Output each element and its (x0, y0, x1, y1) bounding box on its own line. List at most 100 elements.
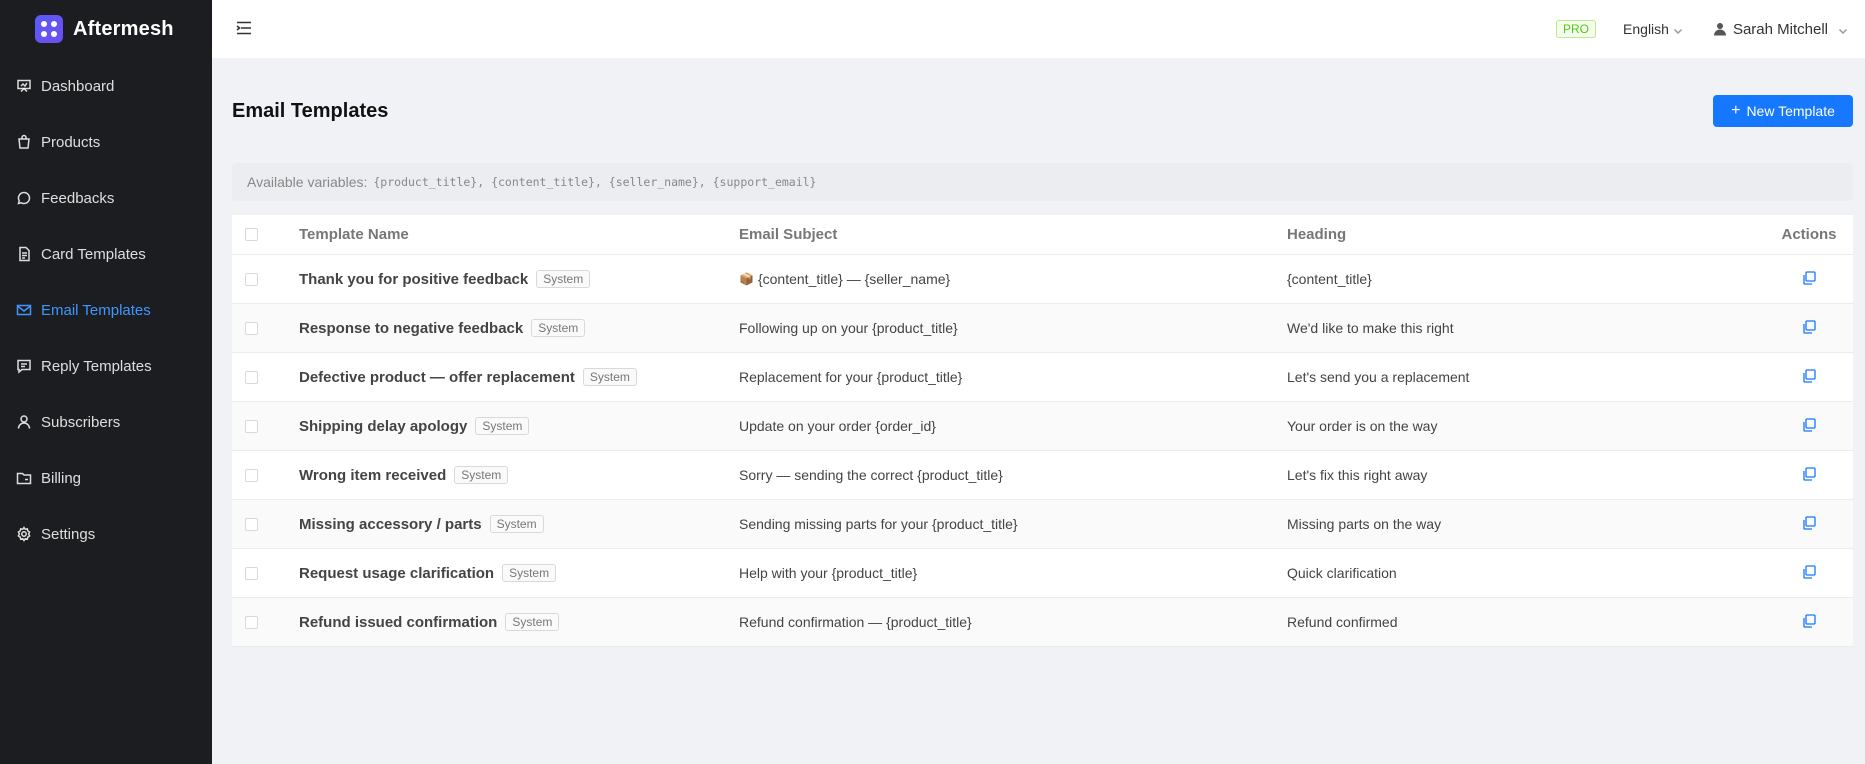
brand[interactable]: Aftermesh (0, 0, 212, 58)
column-header-heading: Heading (1287, 226, 1347, 243)
copy-icon[interactable] (1801, 515, 1817, 534)
brand-logo-icon (35, 15, 63, 43)
table-row[interactable]: Request usage clarification System Help wi… (232, 549, 1853, 598)
system-tag: System (582, 368, 637, 386)
sidebar-nav: Dashboard Products Feedbacks Card Templa… (0, 58, 212, 562)
row-checkbox[interactable] (245, 321, 258, 335)
table-body: Thank you for positive feedback System 📦 {c… (232, 255, 1853, 647)
new-template-button[interactable]: + New Template (1713, 95, 1853, 127)
template-name[interactable]: Response to negative feedback (299, 320, 523, 337)
mail-icon (15, 301, 33, 319)
table-row[interactable]: Thank you for positive feedback System 📦 {c… (232, 255, 1853, 304)
system-tag: System (475, 417, 530, 435)
table-row[interactable]: Defective product — offer replacement Sys… (232, 353, 1853, 402)
user-name: Sarah Mitchell (1732, 20, 1828, 38)
sidebar-item-label: Products (41, 133, 101, 151)
user-menu[interactable]: Sarah Mitchell (1713, 21, 1850, 38)
email-heading: Let's fix this right away (1287, 467, 1428, 483)
sidebar-item-subscribers[interactable]: Subscribers (0, 394, 212, 450)
table-row[interactable]: Response to negative feedback System Follo… (232, 304, 1853, 353)
email-templates-table: Template Name Email Subject Heading Acti… (232, 215, 1853, 647)
copy-icon[interactable] (1801, 417, 1817, 436)
template-name[interactable]: Shipping delay apology (299, 418, 467, 435)
sidebar-item-label: Reply Templates (41, 357, 152, 375)
copy-icon[interactable] (1801, 368, 1817, 387)
sidebar-item-products[interactable]: Products (0, 114, 212, 170)
chevron-down-icon (1673, 23, 1685, 35)
package-icon: 📦 (739, 272, 754, 286)
language-selector[interactable]: English (1623, 21, 1685, 37)
shopping-bag-icon (15, 133, 33, 151)
template-name[interactable]: Missing accessory / parts (299, 516, 482, 533)
copy-icon[interactable] (1801, 564, 1817, 583)
table-row[interactable]: Wrong item received System Sorry — sending… (232, 451, 1853, 500)
row-checkbox[interactable] (245, 419, 258, 433)
template-name[interactable]: Wrong item received (299, 467, 446, 484)
available-variables-bar: Available variables: {product_title}, {c… (232, 163, 1853, 201)
sidebar-item-label: Billing (41, 469, 82, 487)
sidebar-item-billing[interactable]: Billing (0, 450, 212, 506)
system-tag: System (536, 270, 591, 288)
gear-icon (15, 525, 33, 543)
email-heading: Let's send you a replacement (1287, 369, 1470, 385)
new-template-label: New Template (1746, 103, 1835, 119)
email-subject: Sorry — sending the correct {product_tit… (739, 467, 1003, 483)
header-right: PRO English Sarah Mitchell (1556, 0, 1850, 58)
email-subject: Following up on your {product_title} (739, 320, 958, 336)
table-row[interactable]: Refund issued confirmation System Refund c… (232, 598, 1853, 647)
system-tag: System (489, 515, 544, 533)
row-checkbox[interactable] (245, 566, 258, 580)
sidebar-item-label: Card Templates (41, 245, 146, 263)
row-checkbox[interactable] (245, 272, 258, 286)
email-heading: We'd like to make this right (1287, 320, 1454, 336)
select-all-checkbox[interactable] (245, 228, 258, 241)
template-name[interactable]: Defective product — offer replacement (299, 369, 575, 386)
copy-icon[interactable] (1801, 613, 1817, 632)
top-header: PRO English Sarah Mitchell (212, 0, 1865, 58)
email-subject: Replacement for your {product_title} (739, 369, 963, 385)
template-name[interactable]: Refund issued confirmation (299, 614, 497, 631)
system-tag: System (505, 613, 560, 631)
copy-icon[interactable] (1801, 466, 1817, 485)
page-title: Email Templates (232, 100, 389, 122)
sidebar-item-settings[interactable]: Settings (0, 506, 212, 562)
copy-icon[interactable] (1801, 319, 1817, 338)
row-checkbox[interactable] (245, 517, 258, 531)
user-icon (1713, 22, 1727, 36)
system-tag: System (502, 564, 557, 582)
table-row[interactable]: Shipping delay apology System Update on yo… (232, 402, 1853, 451)
sidebar-item-label: Subscribers (41, 413, 121, 431)
table-row[interactable]: Missing accessory / parts System Sending m… (232, 500, 1853, 549)
plus-icon: + (1731, 102, 1741, 119)
row-checkbox[interactable] (245, 468, 258, 482)
sidebar-item-dashboard[interactable]: Dashboard (0, 58, 212, 114)
sidebar-item-card-templates[interactable]: Card Templates (0, 226, 212, 282)
template-name[interactable]: Thank you for positive feedback (299, 271, 528, 288)
user-icon (15, 413, 33, 431)
pro-badge: PRO (1556, 20, 1597, 38)
table-header-row: Template Name Email Subject Heading Acti… (232, 215, 1853, 255)
sidebar-item-email-templates[interactable]: Email Templates (0, 282, 212, 338)
sidebar: Aftermesh Dashboard Products Feedbacks C… (0, 0, 212, 764)
email-heading: Quick clarification (1287, 565, 1397, 581)
email-heading: Refund confirmed (1287, 614, 1398, 630)
email-subject: Help with your {product_title} (739, 565, 918, 581)
sidebar-item-label: Email Templates (41, 301, 151, 319)
template-name[interactable]: Request usage clarification (299, 565, 494, 582)
chevron-down-icon (1838, 23, 1850, 35)
email-heading: Your order is on the way (1287, 418, 1438, 434)
row-checkbox[interactable] (245, 615, 258, 629)
vars-label: Available variables: (247, 174, 368, 190)
menu-toggle-icon[interactable] (235, 19, 253, 37)
system-tag: System (531, 319, 586, 337)
column-header-actions: Actions (1781, 226, 1837, 243)
copy-icon[interactable] (1801, 270, 1817, 289)
email-subject: Sending missing parts for your {product_… (739, 516, 1018, 532)
row-checkbox[interactable] (245, 370, 258, 384)
sidebar-item-reply-templates[interactable]: Reply Templates (0, 338, 212, 394)
sidebar-item-label: Settings (41, 525, 96, 543)
email-heading: Missing parts on the way (1287, 516, 1442, 532)
vars-list: {product_title}, {content_title}, {selle… (373, 175, 817, 189)
folder-icon (15, 469, 33, 487)
sidebar-item-feedbacks[interactable]: Feedbacks (0, 170, 212, 226)
